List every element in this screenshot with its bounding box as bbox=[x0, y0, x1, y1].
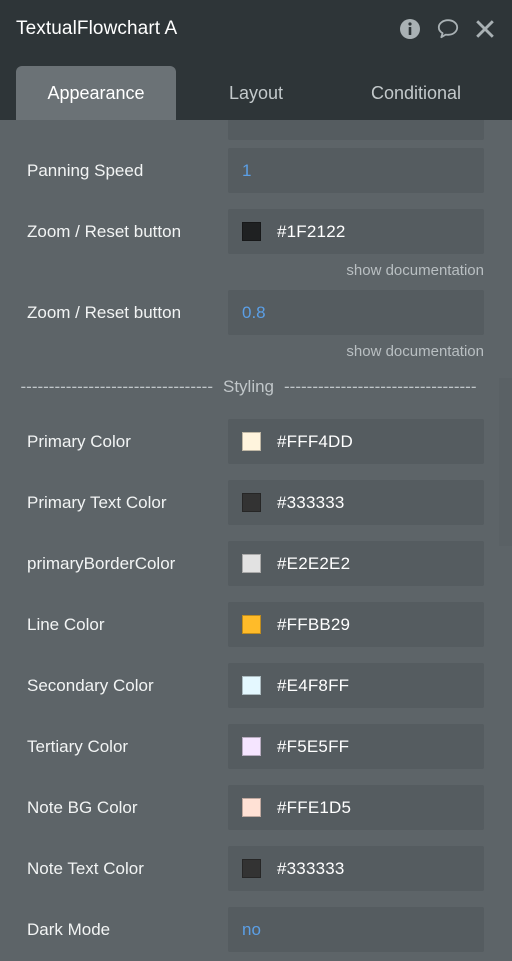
property-label: Note BG Color bbox=[27, 797, 138, 817]
scrollbar-thumb[interactable] bbox=[499, 378, 512, 546]
property-label: Line Color bbox=[27, 614, 105, 634]
tab-bar: Appearance Layout Conditional bbox=[0, 58, 512, 120]
title-bar-actions bbox=[398, 17, 500, 41]
property-label: Zoom / Reset button bbox=[27, 302, 182, 322]
color-input[interactable]: #FFF4DD bbox=[228, 419, 484, 464]
section-divider-styling: ---------------------------------- Stylin… bbox=[0, 363, 497, 411]
property-row: Dark Mode no bbox=[0, 899, 497, 960]
info-icon[interactable] bbox=[398, 17, 422, 41]
color-hex-value: #FFF4DD bbox=[277, 431, 354, 451]
color-hex-value: #1F2122 bbox=[277, 221, 346, 241]
color-hex-value: #E2E2E2 bbox=[277, 553, 351, 573]
property-label: Secondary Color bbox=[27, 675, 154, 695]
tab-appearance[interactable]: Appearance bbox=[16, 66, 176, 120]
property-label: Tertiary Color bbox=[27, 736, 129, 756]
scrollbar-track[interactable] bbox=[497, 120, 512, 961]
color-input[interactable]: #333333 bbox=[228, 480, 484, 525]
color-input[interactable]: #E4F8FF bbox=[228, 663, 484, 708]
color-swatch[interactable] bbox=[242, 676, 261, 695]
color-input[interactable]: #E2E2E2 bbox=[228, 541, 484, 586]
property-row: Secondary Color #E4F8FF bbox=[0, 655, 497, 716]
field-value: no bbox=[242, 919, 261, 939]
show-documentation-link[interactable]: show documentation bbox=[346, 262, 484, 282]
documentation-row: show documentation bbox=[0, 262, 497, 282]
show-documentation-link[interactable]: show documentation bbox=[346, 343, 484, 363]
title-bar: TextualFlowchart A bbox=[0, 0, 512, 58]
field-value: 1 bbox=[242, 160, 252, 180]
color-input[interactable]: #F5E5FF bbox=[228, 724, 484, 769]
color-hex-value: #333333 bbox=[277, 858, 345, 878]
color-hex-value: #E4F8FF bbox=[277, 675, 350, 695]
color-input[interactable]: #1F2122 bbox=[228, 209, 484, 254]
tab-conditional[interactable]: Conditional bbox=[336, 66, 496, 120]
close-icon[interactable] bbox=[474, 18, 496, 40]
property-label: Dark Mode bbox=[27, 919, 111, 939]
color-input[interactable]: #333333 bbox=[228, 846, 484, 891]
tab-layout[interactable]: Layout bbox=[176, 66, 336, 120]
color-swatch[interactable] bbox=[242, 737, 261, 756]
property-row: primaryBorderColor #E2E2E2 bbox=[0, 533, 497, 594]
value-input[interactable] bbox=[228, 120, 484, 140]
color-swatch[interactable] bbox=[242, 859, 261, 878]
color-hex-value: #FFE1D5 bbox=[277, 797, 352, 817]
property-label: primaryBorderColor bbox=[27, 553, 176, 573]
tab-appearance-label: Appearance bbox=[47, 82, 145, 103]
divider-dashes-left: ---------------------------------- bbox=[20, 377, 213, 396]
property-row: Line Color #FFBB29 bbox=[0, 594, 497, 655]
divider-dashes-right: ---------------------------------- bbox=[284, 377, 477, 396]
property-row: Primary Text Color #333333 bbox=[0, 472, 497, 533]
property-row: Tertiary Color #F5E5FF bbox=[0, 716, 497, 777]
property-list-panel: Panning Speed 1 Zoom / Reset button #1F2122… bbox=[0, 120, 512, 961]
divider-label: Styling bbox=[222, 377, 275, 396]
property-list: Panning Speed 1 Zoom / Reset button #1F2122… bbox=[0, 120, 497, 961]
property-row: Zoom / Reset button 0.8 bbox=[0, 282, 497, 343]
documentation-row: show documentation bbox=[0, 343, 497, 363]
property-label: Panning Speed bbox=[27, 160, 144, 180]
value-input[interactable]: no bbox=[228, 907, 484, 952]
value-input[interactable]: 1 bbox=[228, 148, 484, 193]
color-swatch[interactable] bbox=[242, 798, 261, 817]
field-value: 0.8 bbox=[242, 302, 266, 322]
color-hex-value: #FFBB29 bbox=[277, 614, 351, 634]
color-swatch[interactable] bbox=[242, 554, 261, 573]
property-label: Primary Color bbox=[27, 431, 131, 451]
color-swatch[interactable] bbox=[242, 615, 261, 634]
comment-icon[interactable] bbox=[436, 17, 460, 41]
value-input[interactable]: 0.8 bbox=[228, 290, 484, 335]
color-hex-value: #F5E5FF bbox=[277, 736, 350, 756]
page-title: TextualFlowchart A bbox=[16, 18, 178, 39]
property-label: Zoom / Reset button bbox=[27, 221, 182, 241]
color-hex-value: #333333 bbox=[277, 492, 345, 512]
color-swatch[interactable] bbox=[242, 432, 261, 451]
property-row: Panning Speed 1 bbox=[0, 140, 497, 201]
property-row: Note BG Color #FFE1D5 bbox=[0, 777, 497, 838]
properties-panel-window: TextualFlowchart A Appearance Layout Con… bbox=[0, 0, 512, 961]
tab-layout-label: Layout bbox=[228, 82, 284, 103]
tab-conditional-label: Conditional bbox=[370, 82, 462, 103]
property-row: Note Text Color #333333 bbox=[0, 838, 497, 899]
color-input[interactable]: #FFBB29 bbox=[228, 602, 484, 647]
color-input[interactable]: #FFE1D5 bbox=[228, 785, 484, 830]
property-row bbox=[0, 120, 497, 140]
property-label: Note Text Color bbox=[27, 858, 144, 878]
color-swatch[interactable] bbox=[242, 493, 261, 512]
color-swatch[interactable] bbox=[242, 222, 261, 241]
property-row: Primary Color #FFF4DD bbox=[0, 411, 497, 472]
property-row: Zoom / Reset button #1F2122 bbox=[0, 201, 497, 262]
property-label: Primary Text Color bbox=[27, 492, 167, 512]
